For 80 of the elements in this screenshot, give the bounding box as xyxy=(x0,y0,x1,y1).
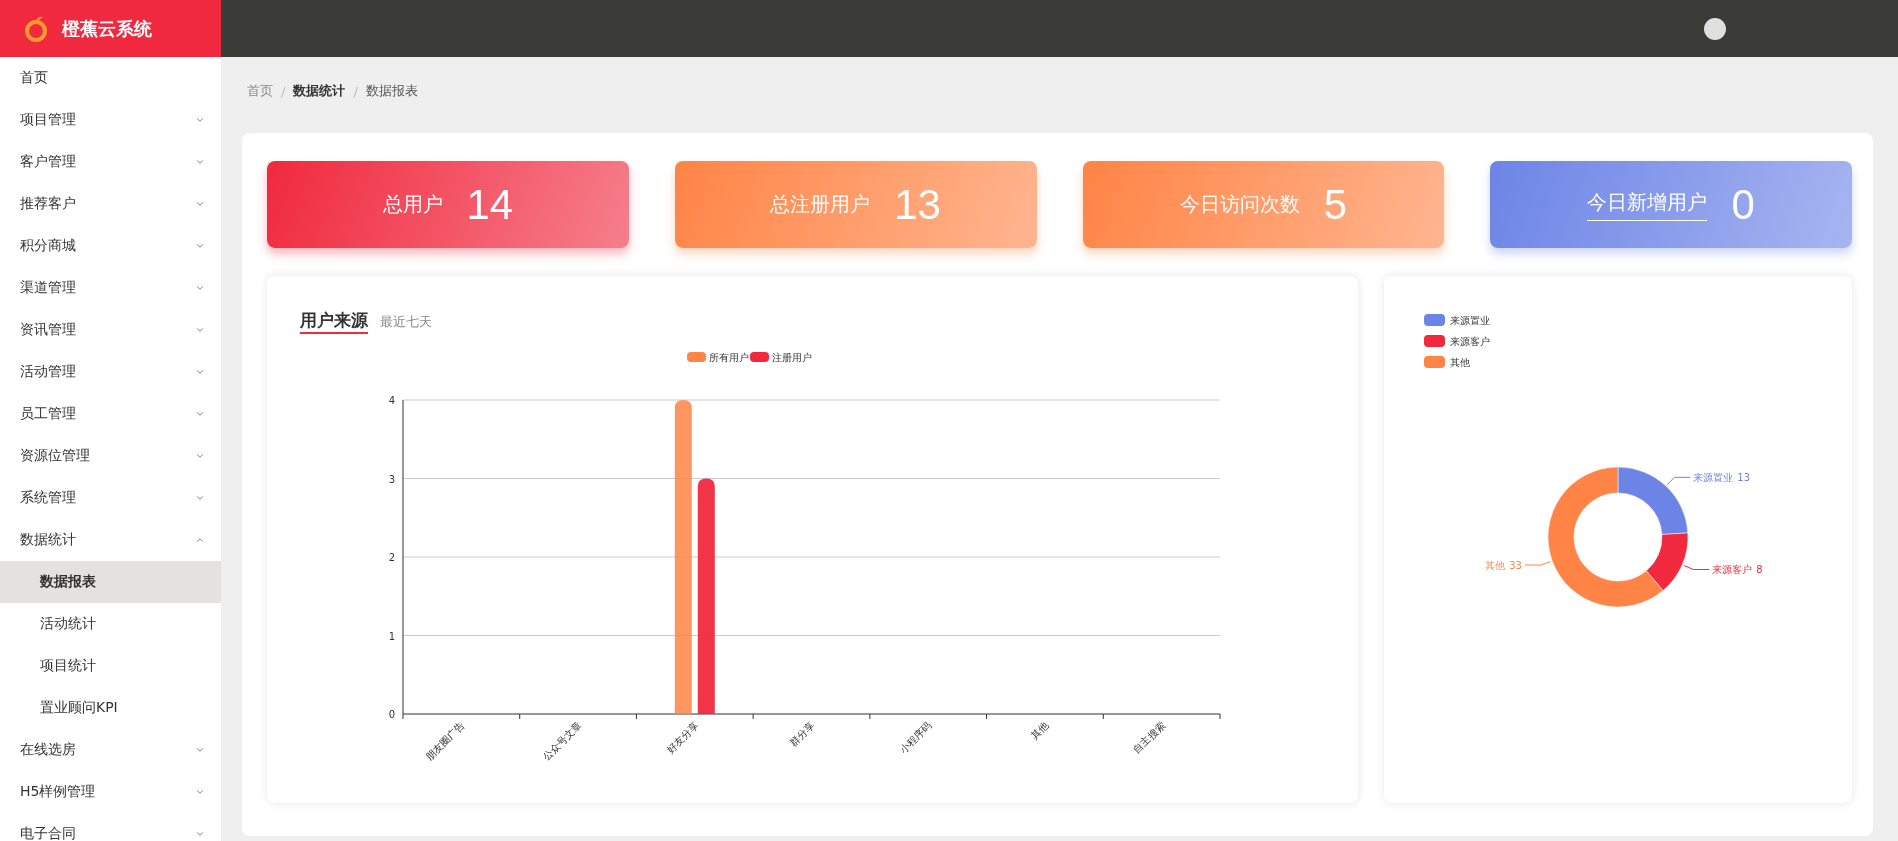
sidebar-item[interactable]: 系统管理 xyxy=(0,477,221,519)
axis-category-label: 朋友圈广告 xyxy=(423,719,467,763)
sidebar-subitem[interactable]: 活动统计 xyxy=(0,603,221,645)
legend-label: 来源客户 xyxy=(1450,336,1490,347)
axis-tick-label: 4 xyxy=(388,395,395,406)
chevron-down-icon xyxy=(195,325,205,335)
axis-category-label: 自主搜索 xyxy=(1131,719,1168,756)
chevron-down-icon xyxy=(195,745,205,755)
axis-category-label: 小程序码 xyxy=(897,719,934,756)
sidebar-item[interactable]: 渠道管理 xyxy=(0,267,221,309)
breadcrumb-item[interactable]: 数据统计 xyxy=(293,82,346,100)
legend-label: 来源置业 xyxy=(1450,315,1490,326)
sidebar-subitem[interactable]: 项目统计 xyxy=(0,645,221,687)
chevron-up-icon xyxy=(195,535,205,545)
chevron-down-icon xyxy=(195,829,205,839)
legend-swatch xyxy=(750,352,769,362)
legend-swatch xyxy=(1424,356,1445,368)
legend-label: 所有用户 xyxy=(709,352,749,363)
stat-label: 今日访问次数 xyxy=(1179,191,1300,218)
legend-swatch xyxy=(687,352,706,362)
sidebar-item[interactable]: 推荐客户 xyxy=(0,183,221,225)
axis-tick-label: 2 xyxy=(388,552,395,563)
axis-tick-label: 1 xyxy=(388,630,395,642)
sidebar-item[interactable]: 积分商城 xyxy=(0,225,221,267)
panel-title: 用户来源 xyxy=(300,309,368,334)
chevron-down-icon xyxy=(195,367,205,377)
axis-category-label: 好友分享 xyxy=(664,719,701,756)
sidebar-item[interactable]: 员工管理 xyxy=(0,393,221,435)
panel-subtitle: 最近七天 xyxy=(380,313,432,331)
breadcrumb-separator: / xyxy=(353,83,358,99)
legend-swatch xyxy=(1424,335,1445,347)
slice-value: 8 xyxy=(1756,564,1763,576)
stat-label: 总注册用户 xyxy=(770,191,871,218)
sidebar-item[interactable]: 活动管理 xyxy=(0,351,221,393)
breadcrumb-item: 数据报表 xyxy=(365,82,418,100)
leader-line xyxy=(1683,565,1710,570)
chevron-down-icon xyxy=(195,115,205,125)
axis-category-label: 公众号文章 xyxy=(540,719,584,763)
sidebar-item[interactable]: 数据统计 xyxy=(0,519,221,561)
sidebar-subitem[interactable]: 置业顾问KPI xyxy=(0,687,221,729)
sidebar-item[interactable]: 资源位管理 xyxy=(0,435,221,477)
sidebar-item[interactable]: 电子合同 xyxy=(0,813,221,841)
legend-label: 其他 xyxy=(1450,357,1470,368)
slice-label: 来源置业 xyxy=(1693,472,1734,484)
sidebar-item[interactable]: 客户管理 xyxy=(0,141,221,183)
user-avatar[interactable] xyxy=(1704,17,1726,40)
slice-label: 其他 xyxy=(1484,560,1505,572)
sidebar-subitem[interactable]: 数据报表 xyxy=(0,561,221,603)
chevron-down-icon xyxy=(195,409,205,419)
sidebar-item[interactable]: H5样例管理 xyxy=(0,771,221,813)
breadcrumb-separator: / xyxy=(281,83,286,99)
stat-label: 总用户 xyxy=(382,191,443,218)
sidebar-item[interactable]: 在线选房 xyxy=(0,729,221,771)
leader-line xyxy=(1524,561,1551,566)
stat-value: 0 xyxy=(1731,180,1755,229)
stat-value: 5 xyxy=(1323,180,1348,229)
chevron-down-icon xyxy=(195,451,205,461)
leader-line xyxy=(1666,476,1691,486)
sidebar-item[interactable]: 资讯管理 xyxy=(0,309,221,351)
sidebar-item[interactable]: 项目管理 xyxy=(0,99,221,141)
chevron-down-icon xyxy=(195,787,205,797)
slice-label: 来源客户 xyxy=(1712,564,1753,576)
legend-swatch xyxy=(1424,314,1445,326)
chevron-down-icon xyxy=(195,283,205,293)
slice-value: 33 xyxy=(1509,560,1522,572)
chevron-down-icon xyxy=(195,157,205,167)
legend-label: 注册用户 xyxy=(772,352,812,363)
stat-value: 13 xyxy=(894,180,941,229)
slice-value: 13 xyxy=(1737,472,1750,484)
axis-tick-label: 0 xyxy=(388,709,395,720)
chevron-down-icon xyxy=(195,493,205,503)
logo-icon xyxy=(24,14,48,43)
axis-category-label: 群分享 xyxy=(787,719,817,749)
app-name: 橙蕉云系统 xyxy=(62,16,152,41)
sidebar-item[interactable]: 首页 xyxy=(0,57,221,99)
chevron-down-icon xyxy=(195,199,205,209)
axis-tick-label: 3 xyxy=(388,473,395,485)
stat-value: 14 xyxy=(466,180,514,229)
chevron-down-icon xyxy=(195,241,205,251)
axis-category-label: 其他 xyxy=(1028,719,1051,742)
